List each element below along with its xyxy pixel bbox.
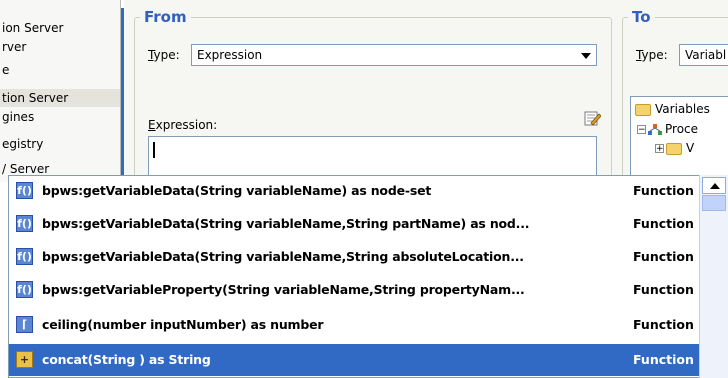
autocomplete-item[interactable]: ⌈ ceiling(number inputNumber) as number … <box>9 311 701 339</box>
autocomplete-item[interactable]: f() bpws:getVariableData(String variable… <box>9 210 701 238</box>
collapse-icon[interactable]: − <box>637 125 646 135</box>
left-item-6[interactable]: egistry <box>0 135 120 153</box>
concat-icon: + <box>16 351 33 368</box>
tree-node-variables[interactable]: Variables <box>635 102 710 116</box>
autocomplete-item-name: ceiling(number inputNumber) as number <box>42 317 324 332</box>
folder-icon <box>635 103 651 116</box>
from-type-dropdown[interactable]: Expression <box>191 44 597 66</box>
left-navigation-panel: ion Server rver e tion Server gines egis… <box>0 0 120 182</box>
to-type-dropdown[interactable]: Variabl <box>679 44 728 66</box>
autocomplete-popup: f() bpws:getVariableData(String variable… <box>8 175 728 378</box>
expand-icon[interactable]: + <box>655 144 664 154</box>
function-icon: f() <box>16 182 33 199</box>
from-type-value: Expression <box>197 48 263 62</box>
autocomplete-item-type: Function <box>633 317 694 332</box>
autocomplete-scrollbar[interactable] <box>699 175 728 378</box>
expression-builder-icon[interactable] <box>584 110 602 126</box>
scroll-up-button[interactable] <box>702 177 726 194</box>
left-item-4-selected[interactable]: tion Server <box>0 89 120 107</box>
to-type-label: Type: <box>636 48 668 62</box>
text-cursor <box>153 142 155 158</box>
function-icon: f() <box>16 215 33 232</box>
tree-label-variable: V <box>686 141 695 155</box>
tree-node-process[interactable]: − Proce <box>637 122 698 136</box>
function-icon: f() <box>16 248 33 265</box>
autocomplete-item-name: concat(String ) as String <box>42 352 211 367</box>
autocomplete-item[interactable]: f() bpws:getVariableData(String variable… <box>9 177 701 205</box>
tree-label-process: Proce <box>665 122 699 136</box>
scroll-thumb[interactable] <box>702 195 726 211</box>
autocomplete-item-name: bpws:getVariableData(String variableName… <box>42 183 432 198</box>
tree-label-variables: Variables <box>655 102 710 116</box>
autocomplete-item-type: Function <box>633 183 694 198</box>
from-type-label-rest: ype: <box>153 48 180 62</box>
expression-label-mnemonic: E <box>148 118 156 132</box>
autocomplete-item-name: bpws:getVariableData(String variableName… <box>42 216 530 231</box>
variables-tree[interactable]: Variables − Proce + V <box>630 96 728 182</box>
left-item-1[interactable]: ion Server <box>0 19 120 37</box>
expression-label: Expression: <box>148 118 217 132</box>
autocomplete-item[interactable]: f() bpws:getVariableProperty(String vari… <box>9 276 701 304</box>
autocomplete-item-type: Function <box>633 216 694 231</box>
left-item-2[interactable]: rver <box>0 38 120 56</box>
chevron-down-icon <box>581 53 591 59</box>
tree-node-variable[interactable]: + V <box>655 141 694 155</box>
process-icon <box>648 123 662 135</box>
folder-icon <box>666 142 682 155</box>
expression-input[interactable] <box>148 136 597 176</box>
left-item-5[interactable]: gines <box>0 108 120 126</box>
left-item-3[interactable]: e <box>0 61 120 79</box>
function-icon: f() <box>16 281 33 298</box>
chevron-up-icon <box>710 183 720 189</box>
ceiling-icon: ⌈ <box>16 316 33 333</box>
to-type-value: Variabl <box>685 48 727 62</box>
autocomplete-item-type: Function <box>633 352 694 367</box>
to-legend: To <box>628 8 655 26</box>
autocomplete-item[interactable]: f() bpws:getVariableData(String variable… <box>9 243 701 271</box>
autocomplete-item-selected[interactable]: + concat(String ) as String Function <box>9 344 701 376</box>
autocomplete-item-type: Function <box>633 282 694 297</box>
from-legend: From <box>140 8 191 26</box>
autocomplete-item-name: bpws:getVariableProperty(String variable… <box>42 282 525 297</box>
from-type-label: Type: <box>148 48 180 62</box>
to-type-label-rest: ype: <box>641 48 668 62</box>
autocomplete-item-name: bpws:getVariableData(String variableName… <box>42 249 524 264</box>
expression-label-rest: xpression: <box>155 118 218 132</box>
autocomplete-item-type: Function <box>633 249 694 264</box>
